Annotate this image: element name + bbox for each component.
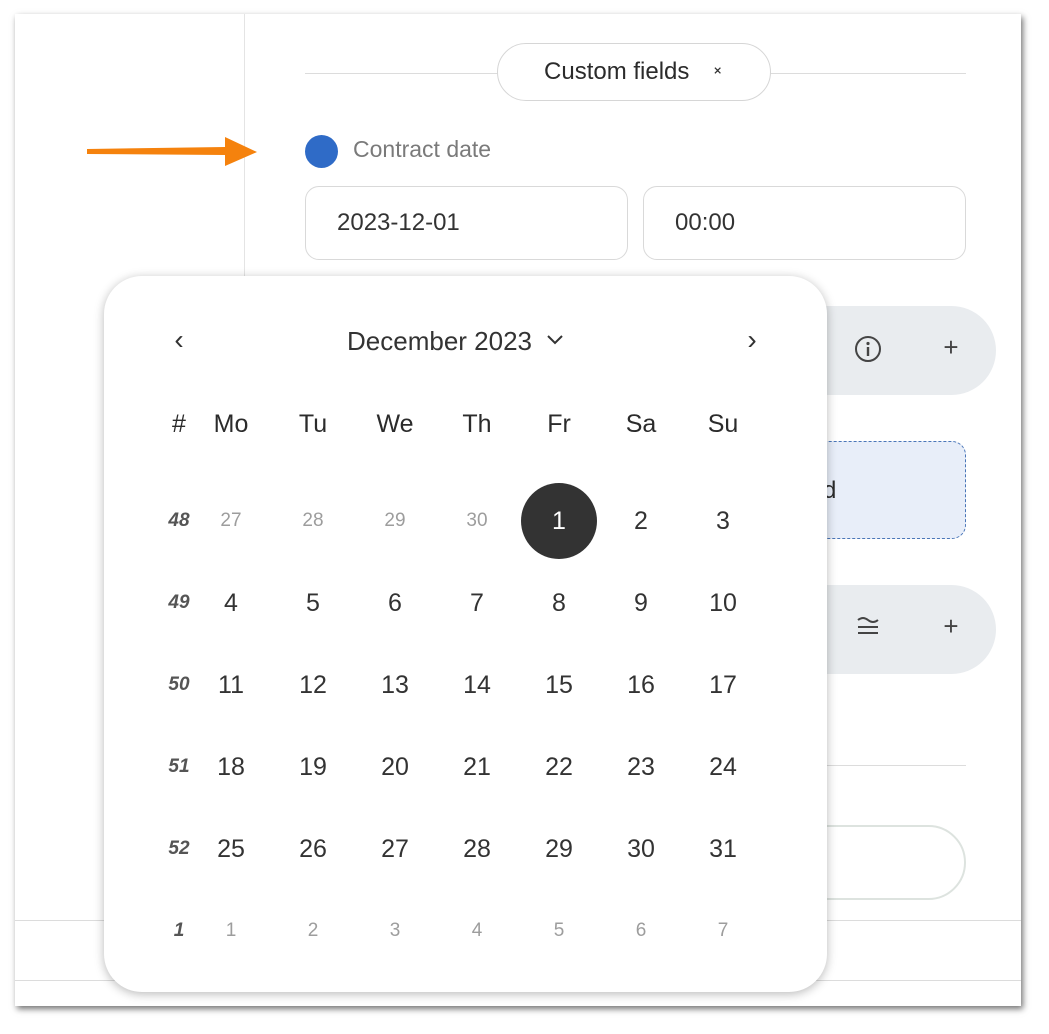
calendar-day[interactable]: 17 bbox=[685, 647, 761, 723]
calendar-day[interactable]: 11 bbox=[193, 647, 269, 723]
weekday-header: Fr bbox=[547, 410, 571, 438]
calendar-day[interactable]: 23 bbox=[603, 729, 679, 805]
calendar-day[interactable]: 4 bbox=[439, 893, 515, 969]
calendar-day[interactable]: 13 bbox=[357, 647, 433, 723]
calendar-day[interactable]: 2 bbox=[603, 483, 679, 559]
calendar-day[interactable]: 6 bbox=[357, 565, 433, 641]
calendar-day[interactable]: 25 bbox=[193, 811, 269, 887]
calendar-day[interactable]: 4 bbox=[193, 565, 269, 641]
collapse-chevron-icon: ⌄ ⌃ bbox=[711, 58, 724, 85]
weekday-header: Su bbox=[707, 410, 739, 438]
weekday-header: Tu bbox=[298, 410, 328, 438]
section-divider-2 bbox=[815, 765, 966, 766]
month-selector[interactable]: December 2023 bbox=[347, 326, 564, 357]
calendar-day[interactable]: 7 bbox=[439, 565, 515, 641]
contract-date-input[interactable]: 2023-12-01 bbox=[305, 186, 628, 260]
calendar-day[interactable]: 29 bbox=[521, 811, 597, 887]
weekday-header: Mo bbox=[213, 410, 249, 438]
calendar-day[interactable]: 24 bbox=[685, 729, 761, 805]
weekday-header: We bbox=[376, 410, 414, 438]
calendar-day[interactable]: 28 bbox=[439, 811, 515, 887]
calendar-day[interactable]: 21 bbox=[439, 729, 515, 805]
contract-time-input[interactable]: 00:00 bbox=[643, 186, 966, 260]
calendar-day[interactable]: 20 bbox=[357, 729, 433, 805]
month-label: December 2023 bbox=[347, 326, 532, 356]
date-value: 2023-12-01 bbox=[337, 209, 460, 236]
calendar-day-selected[interactable]: 1 bbox=[521, 483, 597, 559]
custom-fields-toggle-button[interactable]: Custom fields ⌄ ⌃ bbox=[497, 43, 771, 101]
calendar-day[interactable]: 26 bbox=[275, 811, 351, 887]
calendar-day[interactable]: 7 bbox=[685, 893, 761, 969]
week-number-header: # bbox=[172, 410, 186, 438]
custom-fields-label: Custom fields bbox=[544, 58, 690, 85]
calendar-day[interactable]: 14 bbox=[439, 647, 515, 723]
app-window: Custom fields ⌄ ⌃ Contract date 2023-12-0… bbox=[15, 14, 1021, 1006]
weekday-header: Th bbox=[462, 410, 492, 438]
calendar-day[interactable]: 28 bbox=[275, 483, 351, 559]
calendar-day[interactable]: 12 bbox=[275, 647, 351, 723]
calendar-day[interactable]: 9 bbox=[603, 565, 679, 641]
next-month-button[interactable]: › bbox=[737, 324, 767, 356]
calendar-day[interactable]: 19 bbox=[275, 729, 351, 805]
calendar-day[interactable]: 30 bbox=[439, 483, 515, 559]
annotation-arrow-icon bbox=[87, 137, 257, 166]
field-color-dot bbox=[305, 135, 338, 168]
calendar-day[interactable]: 8 bbox=[521, 565, 597, 641]
filter-icon[interactable] bbox=[852, 612, 884, 647]
calendar-day[interactable]: 3 bbox=[685, 483, 761, 559]
calendar-day[interactable]: 15 bbox=[521, 647, 597, 723]
contract-date-label: Contract date bbox=[353, 136, 492, 162]
plus-icon[interactable]: + bbox=[935, 332, 967, 363]
calendar-day[interactable]: 29 bbox=[357, 483, 433, 559]
calendar-day[interactable]: 5 bbox=[521, 893, 597, 969]
calendar-day[interactable]: 30 bbox=[603, 811, 679, 887]
calendar-day[interactable]: 2 bbox=[275, 893, 351, 969]
weekday-header: Sa bbox=[625, 410, 657, 438]
date-picker-popup: ‹ December 2023 › # Mo Tu We Th Fr Sa Su 48 27 28… bbox=[104, 276, 827, 992]
info-icon[interactable] bbox=[852, 334, 884, 371]
calendar-day[interactable]: 27 bbox=[357, 811, 433, 887]
time-value: 00:00 bbox=[675, 209, 736, 236]
calendar-day[interactable]: 22 bbox=[521, 729, 597, 805]
previous-month-button[interactable]: ‹ bbox=[164, 324, 194, 356]
calendar-day[interactable]: 16 bbox=[603, 647, 679, 723]
calendar-day[interactable]: 27 bbox=[193, 483, 269, 559]
calendar-day[interactable]: 1 bbox=[193, 893, 269, 969]
calendar-day[interactable]: 5 bbox=[275, 565, 351, 641]
chevron-down-icon bbox=[546, 333, 564, 351]
calendar-day[interactable]: 3 bbox=[357, 893, 433, 969]
calendar-day[interactable]: 10 bbox=[685, 565, 761, 641]
calendar-day[interactable]: 18 bbox=[193, 729, 269, 805]
calendar-day[interactable]: 6 bbox=[603, 893, 679, 969]
plus-icon-2[interactable]: + bbox=[935, 611, 967, 642]
calendar-day[interactable]: 31 bbox=[685, 811, 761, 887]
